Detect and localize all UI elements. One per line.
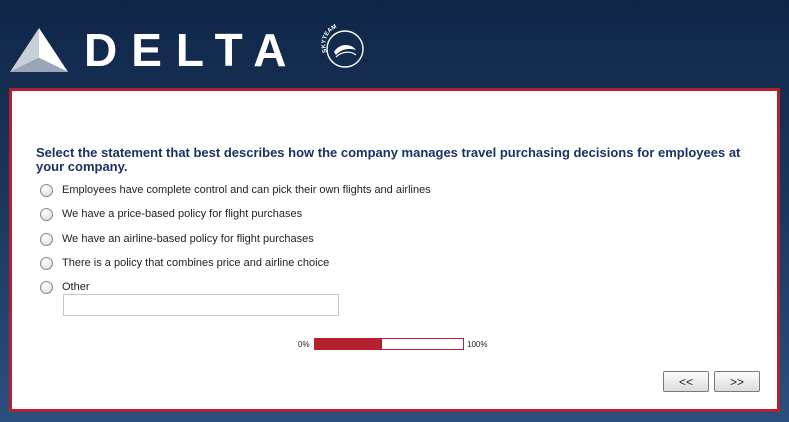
next-button[interactable]: >> (714, 371, 760, 392)
progress-bar (314, 338, 464, 350)
delta-widget-icon (10, 28, 68, 72)
survey-panel: Select the statement that best describes… (9, 88, 780, 412)
header: DELTA SKYTEAM (0, 0, 789, 88)
option-complete-control[interactable]: Employees have complete control and can … (40, 182, 431, 198)
option-airline-based[interactable]: We have an airline-based policy for flig… (40, 231, 314, 247)
radio-button[interactable] (40, 256, 53, 270)
question-text: Select the statement that best describes… (36, 145, 741, 174)
option-price-based[interactable]: We have a price-based policy for flight … (40, 206, 302, 222)
option-label: There is a policy that combines price an… (62, 257, 330, 269)
progress-fill (315, 339, 382, 349)
option-label: Employees have complete control and can … (62, 184, 431, 196)
option-combined-policy[interactable]: There is a policy that combines price an… (40, 255, 329, 271)
other-text-field[interactable] (63, 294, 339, 316)
option-label: We have an airline-based policy for flig… (62, 233, 314, 245)
option-label: We have a price-based policy for flight … (62, 208, 303, 220)
option-label: Other (62, 281, 90, 293)
skyteam-logo-icon: SKYTEAM (321, 24, 364, 68)
radio-button[interactable] (40, 232, 53, 246)
delta-wordmark: DELTA (84, 24, 301, 76)
radio-button[interactable] (40, 207, 53, 221)
radio-button[interactable] (40, 280, 53, 294)
radio-button[interactable] (40, 183, 53, 197)
progress-min-label: 0% (298, 340, 310, 349)
back-button[interactable]: << (663, 371, 709, 392)
option-other[interactable]: Other (40, 279, 90, 295)
progress-max-label: 100% (467, 340, 488, 349)
